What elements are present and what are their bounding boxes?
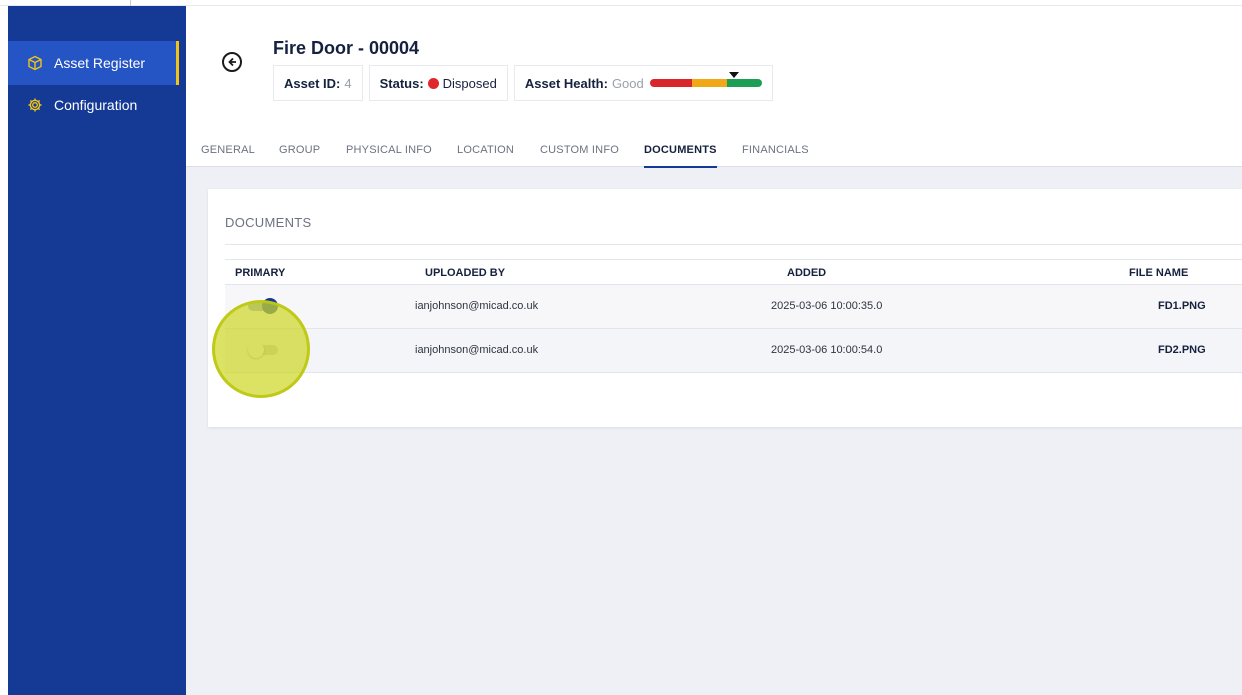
added-cell: 2025-03-06 10:00:35.0 [771, 300, 883, 312]
gear-icon [26, 96, 44, 114]
arrow-left-icon [228, 57, 236, 67]
toggle-knob [248, 342, 264, 358]
card-divider [225, 244, 1242, 245]
sidebar: Asset Register Configuration [8, 6, 186, 695]
asset-meta: Asset ID: 4 Status: Disposed Asset Healt… [273, 65, 779, 101]
left-gutter [0, 6, 8, 695]
asset-health-value: Good [611, 75, 644, 91]
uploaded-by-cell: ianjohnson@micad.co.uk [415, 344, 539, 356]
uploaded-by-cell: ianjohnson@micad.co.uk [415, 300, 539, 312]
page-title: Fire Door - 00004 [273, 38, 420, 58]
asset-health-chip: Asset Health: Good [513, 65, 773, 101]
tab-group[interactable]: GROUP [279, 144, 320, 156]
documents-title: DOCUMENTS [225, 215, 312, 230]
table-header: PRIMARY UPLOADED BY ADDED FILE NAME [225, 259, 1242, 285]
sidebar-item-configuration[interactable]: Configuration [8, 83, 186, 127]
health-segment-poor [649, 79, 693, 87]
tab-financials[interactable]: FINANCIALS [742, 144, 809, 156]
file-name-cell[interactable]: FD1.PNG [1158, 300, 1206, 312]
health-segment-fair [692, 79, 728, 87]
sidebar-item-asset-register[interactable]: Asset Register [8, 41, 179, 85]
tab-bar: GENERAL GROUP PHYSICAL INFO LOCATION CUS… [186, 134, 1242, 168]
file-name-cell[interactable]: FD2.PNG [1158, 344, 1206, 356]
table-row[interactable]: ianjohnson@micad.co.uk 2025-03-06 10:00:… [225, 285, 1242, 329]
sidebar-item-label: Configuration [54, 97, 138, 113]
primary-toggle[interactable] [248, 342, 278, 358]
health-segment-good [727, 79, 762, 87]
added-cell: 2025-03-06 10:00:54.0 [771, 344, 883, 356]
main-content: Fire Door - 00004 Asset ID: 4 Status: Di… [186, 6, 1242, 695]
table-row[interactable]: ianjohnson@micad.co.uk 2025-03-06 10:00:… [225, 329, 1242, 373]
tab-physical-info[interactable]: PHYSICAL INFO [346, 144, 432, 156]
documents-card: DOCUMENTS PRIMARY UPLOADED BY ADDED FILE… [208, 189, 1242, 427]
documents-table: PRIMARY UPLOADED BY ADDED FILE NAME ianj… [225, 259, 1242, 373]
tab-documents[interactable]: DOCUMENTS [644, 144, 717, 168]
back-button[interactable] [222, 52, 242, 72]
column-header-added[interactable]: ADDED [787, 267, 826, 279]
asset-id-chip: Asset ID: 4 [273, 65, 363, 101]
tab-location[interactable]: LOCATION [457, 144, 514, 156]
asset-id-label: Asset ID: [284, 75, 341, 91]
column-header-file-name[interactable]: FILE NAME [1129, 267, 1188, 279]
status-value: Disposed [442, 75, 497, 91]
asset-id-value: 4 [344, 75, 352, 91]
column-header-uploaded-by[interactable]: UPLOADED BY [425, 267, 505, 279]
tab-general[interactable]: GENERAL [201, 144, 255, 156]
status-dot-icon [427, 77, 439, 89]
health-marker-icon [728, 72, 739, 78]
status-chip: Status: Disposed [368, 65, 508, 101]
health-gauge [644, 72, 762, 87]
asset-health-label: Asset Health: [524, 75, 608, 91]
sidebar-item-label: Asset Register [54, 55, 146, 71]
status-label: Status: [379, 75, 424, 91]
column-header-primary[interactable]: PRIMARY [235, 267, 285, 279]
toggle-knob [262, 298, 278, 314]
tab-custom-info[interactable]: CUSTOM INFO [540, 144, 619, 156]
primary-toggle[interactable] [248, 298, 278, 314]
health-bar [649, 79, 762, 87]
cube-icon [26, 54, 44, 72]
